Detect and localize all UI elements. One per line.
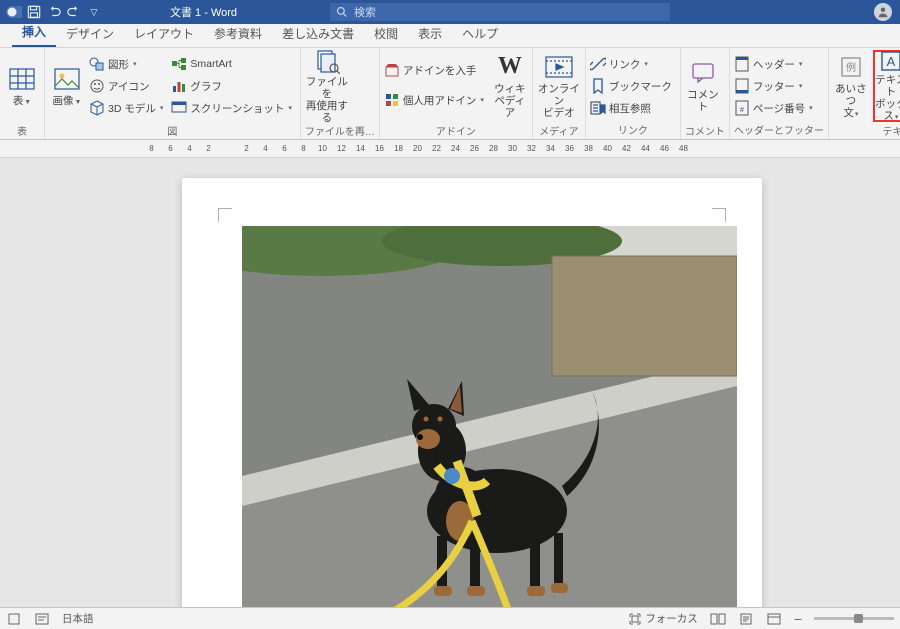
- search-icon: [336, 6, 348, 18]
- wikipedia-button[interactable]: W ウィキペディア: [492, 50, 528, 122]
- margin-mark-tl: [218, 208, 232, 222]
- group-header-footer: ヘッダー▾ フッター▾ #ページ番号▾ ヘッダーとフッター: [730, 48, 829, 139]
- comment-button[interactable]: コメント: [685, 50, 721, 122]
- reuse-files-icon: [313, 48, 341, 74]
- svg-text:#: #: [740, 107, 744, 114]
- pagenum-button[interactable]: #ページ番号▾: [734, 98, 817, 118]
- tab-layout[interactable]: レイアウト: [124, 21, 204, 47]
- get-addins-button[interactable]: アドインを入手: [384, 60, 488, 80]
- footer-button[interactable]: フッター▾: [734, 76, 817, 96]
- greeting-button[interactable]: 例 あいさつ文▾: [833, 50, 869, 122]
- section-icon[interactable]: [6, 612, 22, 626]
- group-comments: コメント コメント: [681, 48, 730, 139]
- footer-icon: [734, 78, 750, 94]
- chart-icon: [171, 78, 187, 94]
- ribbon-tabs: 挿入 デザイン レイアウト 参考資料 差し込み文書 校閲 表示 ヘルプ: [0, 24, 900, 48]
- text-box-icon: A: [877, 50, 900, 72]
- web-layout-icon[interactable]: [766, 612, 782, 626]
- focus-icon: [629, 613, 641, 625]
- group-illustrations: 画像▼ 図形▾ アイコン 3D モデル▾ SmartArt グラフ スクリーンシ…: [45, 48, 301, 139]
- group-text: 例 あいさつ文▾ A テキストボックス▾ ▾ A▾ A▾ ▾ ▾ テキスト: [829, 48, 900, 139]
- addins-icon: [384, 92, 400, 108]
- svg-text:A: A: [887, 54, 896, 69]
- group-media: オンラインビデオ メディア: [533, 48, 586, 139]
- print-layout- on inter| data-interactable=: [738, 612, 754, 626]
- tab-mailings[interactable]: 差し込み文書: [272, 21, 364, 47]
- smartart-icon: [171, 56, 187, 72]
- tab-design[interactable]: デザイン: [56, 21, 124, 47]
- screenshot-icon: [171, 100, 187, 116]
- link-icon: [590, 56, 606, 72]
- margin-mark-tr: [712, 208, 726, 222]
- focus-mode[interactable]: フォーカス: [629, 611, 698, 626]
- 3dmodels-button[interactable]: 3D モデル▾: [89, 98, 167, 118]
- chart-button[interactable]: グラフ: [171, 76, 296, 96]
- spellcheck-icon[interactable]: [34, 612, 50, 626]
- reuse-files-button[interactable]: ファイルを再使用する: [305, 50, 349, 122]
- pictures-button[interactable]: 画像▼: [49, 50, 85, 122]
- text-box-button[interactable]: A テキストボックス▾: [873, 50, 900, 122]
- table-button[interactable]: 表▼: [4, 50, 40, 122]
- svg-text:例: 例: [846, 61, 856, 74]
- icons-icon: [89, 78, 105, 94]
- inserted-image[interactable]: [242, 226, 737, 607]
- horizontal-ruler[interactable]: 8642246810121416182022242628303234363840…: [0, 140, 900, 158]
- group-addins: アドインを入手 個人用アドイン▾ W ウィキペディア アドイン: [380, 48, 533, 139]
- video-icon: [545, 53, 573, 81]
- document-title: 文書 1 - Word: [170, 4, 237, 20]
- read-mode-icon[interactable]: [710, 612, 726, 626]
- header-icon: [734, 56, 750, 72]
- shapes-button[interactable]: 図形▾: [89, 54, 167, 74]
- page[interactable]: [182, 178, 762, 607]
- icons-button[interactable]: アイコン: [89, 76, 167, 96]
- save-icon[interactable]: [26, 4, 42, 20]
- ribbon: 表▼ 表 画像▼ 図形▾ アイコン 3D モデル▾ SmartArt グラフ ス…: [0, 48, 900, 140]
- smartart-button[interactable]: SmartArt: [171, 54, 296, 74]
- tab-view[interactable]: 表示: [408, 21, 452, 47]
- tab-review[interactable]: 校閲: [364, 21, 408, 47]
- language-status[interactable]: 日本語: [62, 611, 94, 626]
- undo-icon[interactable]: [46, 4, 62, 20]
- zoom-slider[interactable]: [814, 617, 894, 620]
- group-reuse: ファイルを再使用する ファイルを再…: [301, 48, 380, 139]
- crossref-icon: [590, 100, 606, 116]
- crossref-button[interactable]: 相互参照: [590, 98, 676, 118]
- search-box[interactable]: 検索: [330, 3, 670, 21]
- wikipedia-icon: W: [496, 53, 524, 81]
- screenshot-button[interactable]: スクリーンショット▾: [171, 98, 296, 118]
- quick-access-toolbar: ▽: [0, 4, 102, 20]
- shapes-icon: [89, 56, 105, 72]
- pictures-icon: [53, 65, 81, 93]
- document-area[interactable]: [0, 158, 900, 607]
- bookmark-button[interactable]: ブックマーク: [590, 76, 676, 96]
- redo-icon[interactable]: [66, 4, 82, 20]
- status-bar: 日本語 フォーカス −: [0, 607, 900, 629]
- title-bar: ▽ 文書 1 - Word 検索: [0, 0, 900, 24]
- table-icon: [8, 65, 36, 93]
- comment-icon: [689, 59, 717, 87]
- zoom-out[interactable]: −: [794, 611, 802, 627]
- greeting-icon: 例: [837, 53, 865, 81]
- qat-customize-icon[interactable]: ▽: [86, 4, 102, 20]
- 3dmodels-icon: [89, 100, 105, 116]
- autosave-toggle[interactable]: [6, 4, 22, 20]
- tab-help[interactable]: ヘルプ: [452, 21, 508, 47]
- header-button[interactable]: ヘッダー▾: [734, 54, 817, 74]
- search-placeholder: 検索: [354, 4, 376, 20]
- pagenum-icon: #: [734, 100, 750, 116]
- bookmark-icon: [590, 78, 606, 94]
- account-avatar[interactable]: [874, 3, 892, 21]
- tab-references[interactable]: 参考資料: [204, 21, 272, 47]
- group-links: リンク▾ ブックマーク 相互参照 リンク: [586, 48, 681, 139]
- store-icon: [384, 62, 400, 78]
- group-tables: 表▼ 表: [0, 48, 45, 139]
- online-video-button[interactable]: オンラインビデオ: [537, 50, 581, 122]
- my-addins-button[interactable]: 個人用アドイン▾: [384, 90, 488, 110]
- link-button[interactable]: リンク▾: [590, 54, 676, 74]
